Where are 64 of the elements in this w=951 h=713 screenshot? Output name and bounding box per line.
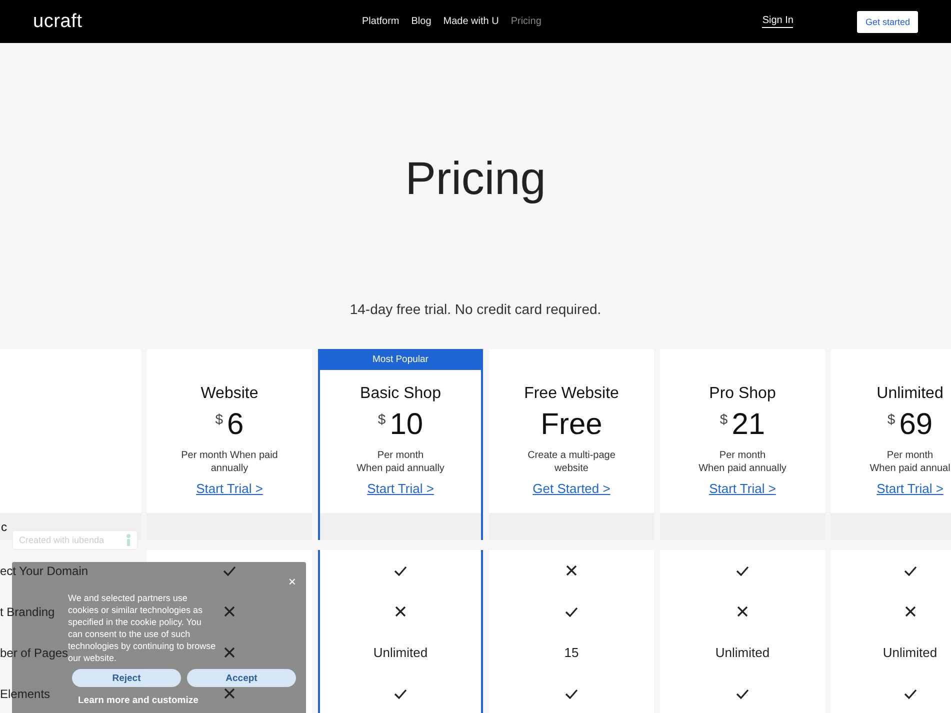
plan-name: Unlimited: [876, 385, 944, 403]
check-icon: [904, 566, 916, 576]
plan-cta-link[interactable]: Start Trial >: [367, 481, 434, 496]
nav-link[interactable]: Platform: [362, 16, 400, 27]
cross-icon: [395, 606, 406, 617]
plan-price: 6: [227, 409, 244, 441]
cross-icon: [224, 688, 235, 699]
cookie-text: We and selected partners use cookies or similar technologies as specified in the cookie policy. You can consent to the use of such technologies by continuing to browse our website.: [68, 592, 217, 664]
price-note: Per month When paid annually: [356, 449, 446, 475]
plan-cta-link[interactable]: Start Trial >: [196, 481, 263, 496]
cross-icon: [904, 606, 916, 617]
nav-link[interactable]: Pricing: [510, 16, 542, 27]
feature-value: 15: [564, 645, 579, 660]
close-button[interactable]: ×: [288, 574, 296, 589]
check-icon: [736, 566, 749, 576]
plan-cta-link[interactable]: Start Trial >: [876, 481, 944, 496]
page-subtitle: 14-day free trial. No credit card required.: [350, 301, 602, 317]
plan-name: Pro Shop: [709, 385, 776, 403]
cross-icon: [566, 565, 577, 576]
feature-value: Unlimited: [373, 645, 428, 660]
feature-label: ect Your Domain: [0, 564, 88, 578]
sign-in-link[interactable]: Sign In: [762, 15, 794, 28]
check-icon: [394, 688, 407, 698]
check-icon: [565, 606, 578, 616]
check-icon: [565, 688, 578, 698]
currency-symbol: $: [378, 411, 386, 427]
cross-icon: [224, 606, 235, 617]
currency-symbol: $: [720, 411, 728, 427]
plan-price: 21: [732, 409, 766, 441]
nav-link[interactable]: Blog: [411, 16, 432, 27]
cross-icon: [224, 647, 235, 658]
reject-button[interactable]: Reject: [72, 669, 181, 687]
price-note: Per month When paid annual: [868, 449, 951, 475]
price-note: Per month When paid annually: [698, 449, 788, 475]
cookie-policy-link[interactable]: cookie policy: [130, 617, 182, 627]
plan-price: 69: [899, 409, 933, 441]
check-icon: [394, 566, 407, 576]
plan-name: Website: [200, 385, 258, 403]
plan-price: Free: [540, 409, 602, 441]
cross-icon: [737, 606, 748, 617]
feature-value: Unlimited: [882, 645, 938, 660]
currency-symbol: $: [887, 411, 896, 427]
plan-price: 10: [390, 409, 424, 441]
plan-name: Free Website: [524, 385, 619, 403]
info-icon: [126, 534, 131, 546]
section-label: c: [1, 520, 7, 534]
customize-button[interactable]: Learn more and customize: [78, 695, 198, 706]
plan-name: Basic Shop: [360, 385, 441, 403]
feature-value: Unlimited: [715, 645, 770, 660]
feature-label: ber of Pages: [0, 646, 68, 660]
plan-cta-link[interactable]: Start Trial >: [709, 481, 776, 496]
price-note: Per month When paid annually: [180, 449, 279, 475]
logo[interactable]: ucraft: [33, 10, 362, 32]
check-icon: [223, 566, 236, 576]
price-note: Create a multi-page website: [526, 449, 616, 475]
get-started-button[interactable]: Get started: [857, 10, 918, 32]
check-icon: [736, 688, 749, 698]
nav-link[interactable]: Made with U: [443, 16, 499, 27]
page-title: Pricing: [405, 151, 546, 205]
plan-cta-link[interactable]: Get Started >: [532, 481, 610, 496]
check-icon: [904, 688, 916, 698]
popular-badge: Most Popular: [318, 349, 483, 370]
currency-symbol: $: [215, 411, 224, 427]
accept-button[interactable]: Accept: [187, 669, 296, 687]
